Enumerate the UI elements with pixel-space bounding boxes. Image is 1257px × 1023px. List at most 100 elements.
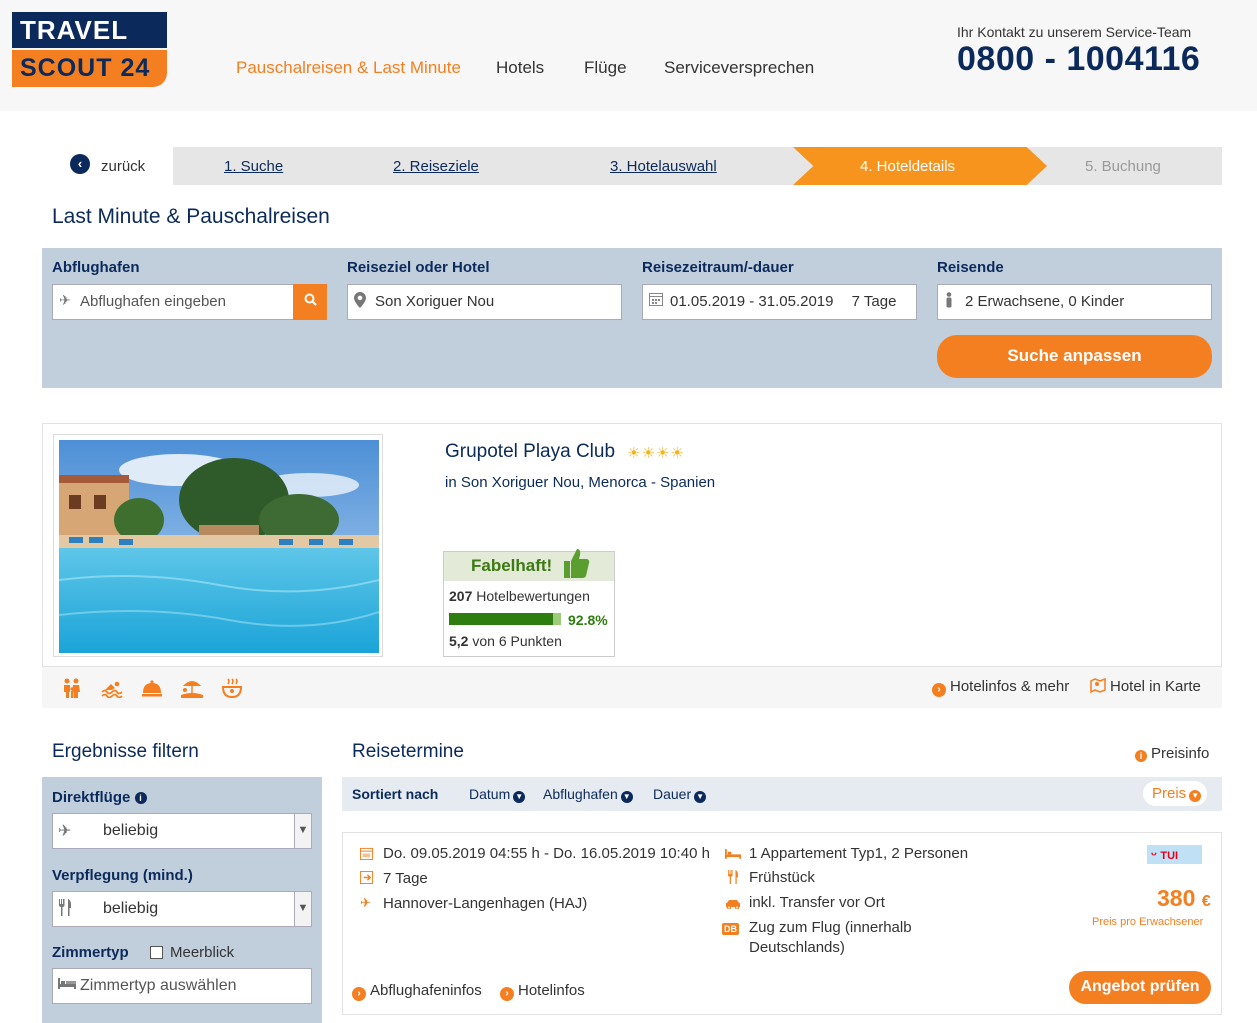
step-hoteldetails-label: 4. Hoteldetails bbox=[860, 158, 956, 175]
offer-board: Frühstück bbox=[749, 869, 815, 886]
back-link[interactable]: zurück bbox=[101, 158, 145, 175]
plane-icon: ✈ bbox=[58, 823, 72, 840]
direct-flights-value: beliebig bbox=[103, 822, 159, 839]
departure-placeholder: Abflughafen eingeben bbox=[80, 293, 226, 310]
back-arrow-icon[interactable]: ‹ bbox=[70, 154, 90, 174]
page-title: Last Minute & Pauschalreisen bbox=[52, 205, 330, 228]
step-hotelauswahl[interactable]: 3. Hotelauswahl bbox=[610, 158, 717, 175]
results-title: Reisetermine bbox=[352, 741, 464, 762]
sort-price-label: Preis bbox=[1152, 785, 1187, 802]
score-line: 5,2 von 6 Punkten bbox=[449, 633, 562, 649]
sort-by-airport[interactable]: Abflughafen ▼ bbox=[543, 786, 633, 803]
price-info-label: Preisinfo bbox=[1151, 745, 1210, 762]
sea-view-label[interactable]: Meerblick bbox=[170, 944, 234, 961]
info-icon[interactable]: i bbox=[134, 792, 147, 804]
sort-date-label: Datum bbox=[469, 786, 511, 802]
nav-pauschalreisen[interactable]: Pauschalreisen & Last Minute bbox=[236, 58, 461, 78]
travellers-label: Reisende bbox=[937, 259, 1004, 276]
offer-room: 1 Appartement Typ1, 2 Personen bbox=[749, 845, 969, 862]
adjust-search-button[interactable]: Suche anpassen bbox=[937, 335, 1212, 378]
hotel-pool-image bbox=[59, 440, 379, 653]
board-value: beliebig bbox=[103, 900, 159, 917]
offer-hotel-info-link-label: Hotelinfos bbox=[518, 982, 585, 999]
rating-box[interactable]: Fabelhaft! 207 Hotelbewertungen 92.8% 5,… bbox=[443, 549, 615, 657]
transfer-car-icon bbox=[725, 897, 741, 912]
plane-icon: ✈ bbox=[360, 895, 371, 910]
sort-by-date[interactable]: Datum ▼ bbox=[469, 786, 526, 803]
service-phone-number[interactable]: 0800 - 1004116 bbox=[957, 40, 1200, 79]
bed-icon bbox=[58, 976, 76, 994]
price-value: 380 bbox=[1157, 885, 1196, 911]
period-label: Reisezeitraum/-dauer bbox=[642, 259, 794, 276]
nav-fluege[interactable]: Flüge bbox=[584, 58, 627, 78]
bed-icon bbox=[725, 847, 741, 862]
offer-train-line2: Deutschlands) bbox=[749, 939, 845, 956]
step-reiseziele[interactable]: 2. Reiseziele bbox=[393, 158, 479, 175]
sea-view-checkbox[interactable] bbox=[150, 946, 163, 959]
step-suche[interactable]: 1. Suche bbox=[224, 158, 283, 175]
room-type-input[interactable]: Zimmertyp auswählen bbox=[52, 968, 312, 1004]
score-value: 5,2 bbox=[449, 633, 469, 649]
period-value: 01.05.2019 - 31.05.2019 bbox=[670, 293, 834, 310]
hotel-map-link-label: Hotel in Karte bbox=[1110, 678, 1201, 695]
direct-flights-select[interactable]: ✈ beliebig ▼ bbox=[52, 813, 312, 849]
contact-label: Ihr Kontakt zu unserem Service-Team bbox=[957, 24, 1192, 40]
board-select[interactable]: beliebig ▼ bbox=[52, 891, 312, 927]
chevron-down-icon: ▼ bbox=[620, 791, 633, 803]
chevron-down-icon: ▼ bbox=[513, 791, 526, 803]
check-offer-button[interactable]: Angebot prüfen bbox=[1069, 971, 1211, 1004]
dropdown-arrow-icon: ▼ bbox=[294, 892, 311, 926]
magnifier-icon bbox=[304, 293, 317, 306]
chevron-down-icon: ▼ bbox=[694, 791, 707, 803]
departure-input[interactable]: ✈ Abflughafen eingeben bbox=[52, 284, 294, 320]
sort-by-price[interactable]: Preis ▼ bbox=[1143, 781, 1207, 806]
travelscout24-logo[interactable]: TRAVEL SCOUT 24 bbox=[12, 12, 167, 87]
offer-hotel-info-link[interactable]: › Hotelinfos bbox=[500, 982, 585, 1001]
filter-title: Ergebnisse filtern bbox=[52, 741, 199, 762]
nav-hotels[interactable]: Hotels bbox=[496, 58, 544, 78]
room-service-icon bbox=[142, 680, 162, 697]
offer-airport: Hannover-Langenhagen (HAJ) bbox=[383, 895, 588, 912]
swimming-icon bbox=[101, 681, 123, 698]
sort-by-duration[interactable]: Dauer ▼ bbox=[653, 786, 707, 803]
info-icon: i bbox=[1135, 750, 1147, 762]
person-icon bbox=[944, 292, 960, 310]
direct-flights-label: Direktflüge i bbox=[52, 789, 147, 806]
travellers-input[interactable]: 2 Erwachsene, 0 Kinder bbox=[937, 284, 1212, 320]
nav-serviceversprechen[interactable]: Serviceversprechen bbox=[664, 58, 814, 78]
departure-label: Abflughafen bbox=[52, 259, 140, 276]
destination-input[interactable]: Son Xoriguer Nou bbox=[347, 284, 622, 320]
hotel-star-rating: ☀☀☀☀ bbox=[627, 445, 685, 462]
offer-transfer: inkl. Transfer vor Ort bbox=[749, 894, 885, 911]
hotel-photo[interactable] bbox=[53, 434, 383, 657]
sort-airport-label: Abflughafen bbox=[543, 786, 618, 802]
airport-info-link[interactable]: › Abflughafeninfos bbox=[352, 982, 482, 1001]
departure-search-button[interactable] bbox=[293, 284, 327, 320]
plane-icon: ✈ bbox=[59, 292, 71, 308]
duration-value: 7 Tage bbox=[851, 293, 897, 310]
airport-info-link-label: Abflughafeninfos bbox=[370, 982, 482, 999]
room-type-label: Zimmertyp bbox=[52, 944, 129, 961]
reviews-count-line: 207 Hotelbewertungen bbox=[449, 588, 590, 604]
price-info-link[interactable]: i Preisinfo bbox=[1135, 745, 1209, 762]
chevron-right-icon: › bbox=[932, 683, 946, 697]
logo-line-2: SCOUT 24 bbox=[12, 50, 167, 87]
location-pin-icon bbox=[354, 292, 370, 310]
calendar-icon bbox=[649, 292, 665, 310]
cutlery-icon bbox=[727, 870, 739, 887]
offer-price: 380 € bbox=[1157, 885, 1211, 912]
step-buchung: 5. Buchung bbox=[1085, 158, 1161, 175]
room-type-placeholder: Zimmertyp auswählen bbox=[80, 977, 237, 994]
operator-name: TUI bbox=[1160, 850, 1179, 862]
period-input[interactable]: 01.05.2019 - 31.05.2019 7 Tage bbox=[642, 284, 917, 320]
recommend-percentage: 92.8% bbox=[568, 612, 608, 628]
hotel-map-link[interactable]: Hotel in Karte bbox=[1090, 677, 1201, 695]
hotel-info-link[interactable]: › Hotelinfos & mehr bbox=[932, 678, 1069, 697]
spa-icon bbox=[221, 678, 243, 698]
hotel-name[interactable]: Grupotel Playa Club bbox=[445, 441, 615, 463]
offer-duration: 7 Tage bbox=[383, 870, 428, 887]
family-icon bbox=[64, 678, 80, 698]
logo-line-1: TRAVEL bbox=[12, 12, 167, 48]
price-currency: € bbox=[1201, 893, 1211, 910]
db-train-icon: DB bbox=[722, 920, 739, 935]
